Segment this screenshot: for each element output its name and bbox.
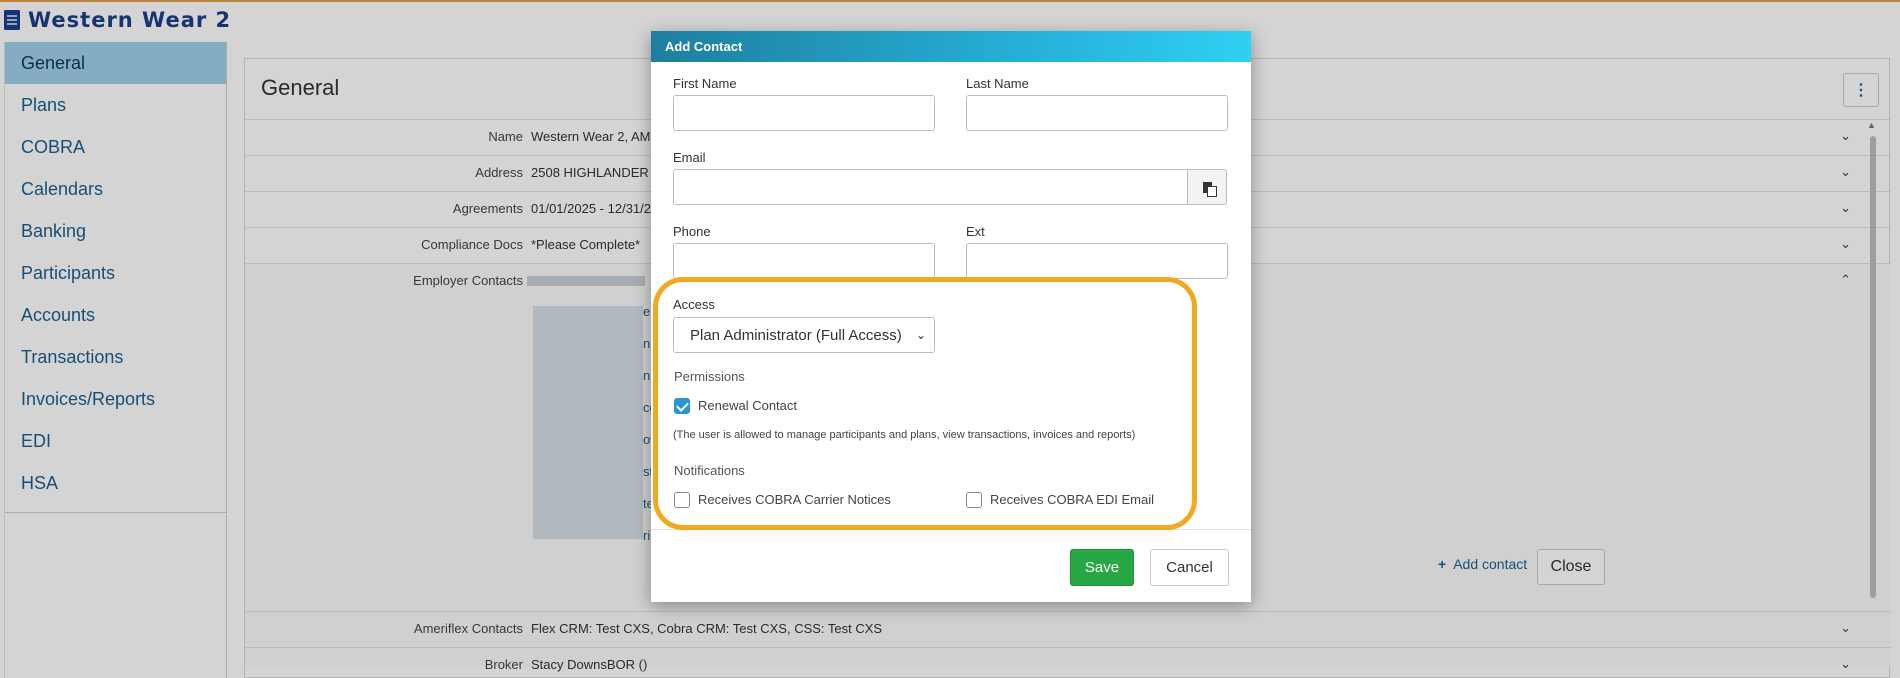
cobra-carrier-notices-label[interactable]: Receives COBRA Carrier Notices (698, 492, 891, 507)
cobra-carrier-notices-checkbox[interactable] (674, 492, 690, 508)
cobra-edi-email-label[interactable]: Receives COBRA EDI Email (990, 492, 1154, 507)
cancel-button[interactable]: Cancel (1150, 549, 1229, 586)
chevron-down-icon: ⌄ (915, 328, 926, 342)
copy-icon (1202, 181, 1217, 197)
access-selected-value: Plan Administrator (Full Access) (690, 326, 902, 344)
save-button[interactable]: Save (1070, 549, 1134, 586)
access-label: Access (673, 297, 715, 312)
first-name-label: First Name (673, 76, 737, 91)
last-name-label: Last Name (966, 76, 1029, 91)
dialog-footer-divider (651, 529, 1251, 530)
email-label: Email (673, 150, 706, 165)
ext-input[interactable] (966, 243, 1228, 279)
ext-label: Ext (966, 224, 985, 239)
copy-email-button[interactable] (1187, 169, 1227, 205)
permissions-heading: Permissions (674, 369, 745, 384)
email-input[interactable] (673, 169, 1188, 205)
last-name-input[interactable] (966, 95, 1228, 131)
permission-note: (The user is allowed to manage participa… (673, 429, 1136, 441)
renewal-contact-checkbox[interactable] (674, 398, 690, 414)
add-contact-dialog: Add Contact First Name Last Name Email P… (651, 31, 1251, 602)
first-name-input[interactable] (673, 95, 935, 131)
renewal-contact-label[interactable]: Renewal Contact (698, 398, 797, 413)
phone-input[interactable] (673, 243, 935, 279)
dialog-title: Add Contact (651, 31, 1251, 62)
notifications-heading: Notifications (674, 463, 745, 478)
phone-label: Phone (673, 224, 711, 239)
cobra-edi-email-checkbox[interactable] (966, 492, 982, 508)
access-select[interactable]: Plan Administrator (Full Access) ⌄ (673, 317, 935, 353)
